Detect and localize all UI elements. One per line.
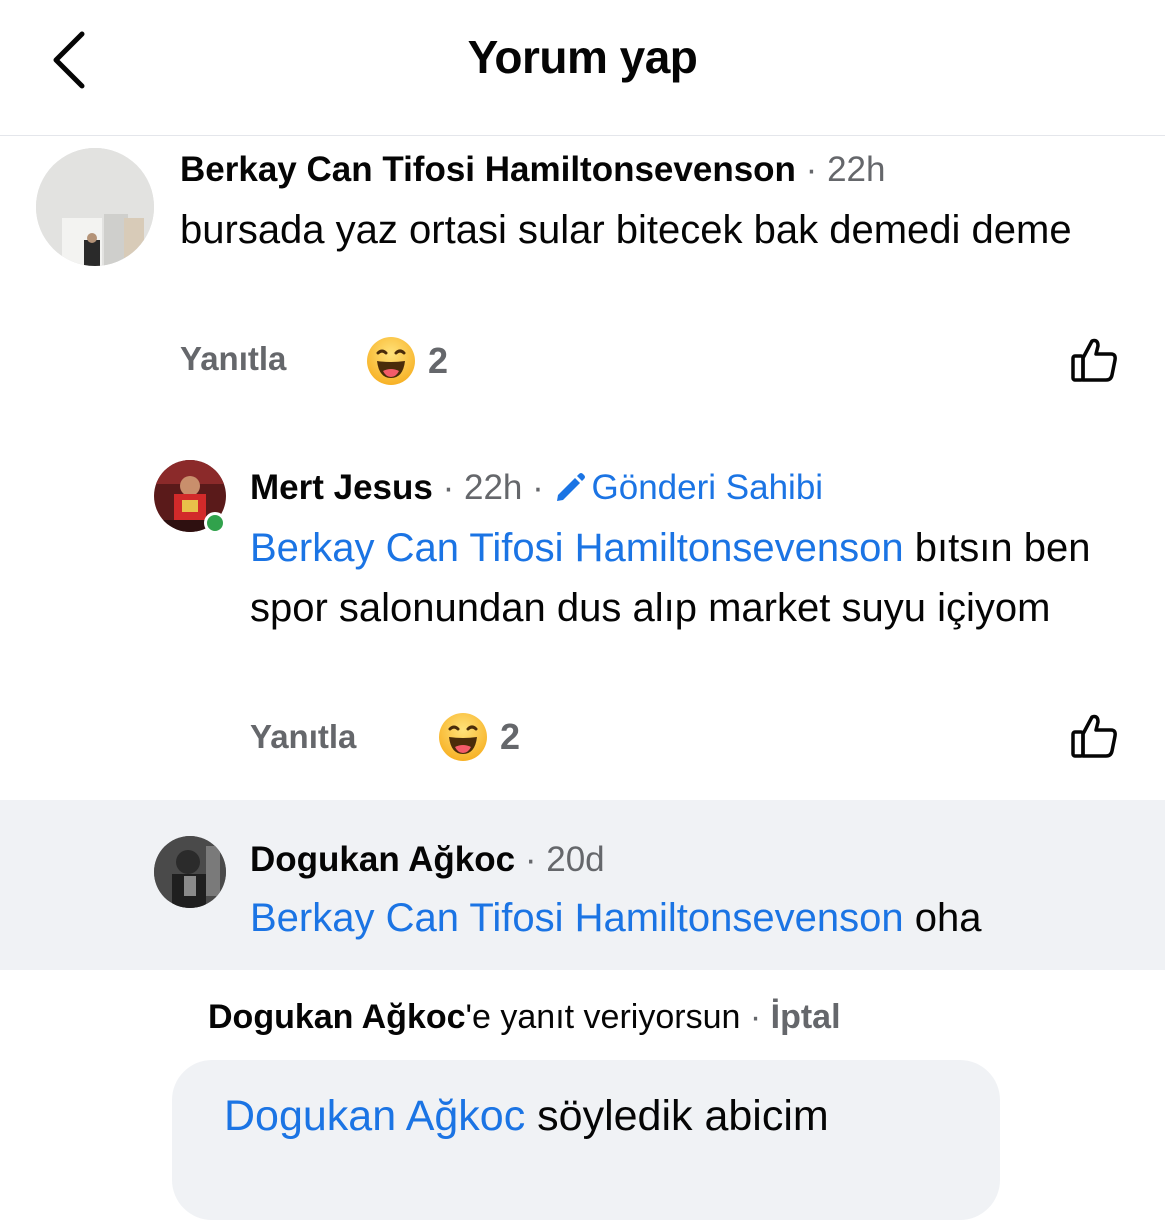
haha-emoji-icon[interactable] [438, 712, 488, 767]
thumbs-up-icon [1071, 714, 1117, 758]
thumbs-up-icon [1071, 338, 1117, 382]
comment-time: 22h [464, 468, 523, 507]
comment-header: Dogukan Ağkoc · 20d [250, 840, 605, 879]
comment-text: Berkay Can Tifosi Hamiltonsevenson bıtsı… [250, 518, 1130, 638]
comment-header: Mert Jesus · 22h · Gönderi Sahibi [250, 468, 824, 507]
author-name[interactable]: Berkay Can Tifosi Hamiltonsevenson [180, 150, 796, 189]
replying-to-text: 'e yanıt veriyorsun [465, 998, 741, 1036]
comment-input-text[interactable]: Dogukan Ağkoc söyledik abicim [224, 1092, 829, 1141]
reply-button[interactable]: Yanıtla [250, 718, 356, 756]
like-button[interactable] [1070, 712, 1118, 763]
comment-text: bursada yaz ortasi sular bitecek bak dem… [180, 208, 1072, 252]
page-title: Yorum yap [467, 31, 698, 83]
avatar[interactable] [154, 836, 226, 908]
online-status-dot [204, 512, 226, 534]
reply-composer: Dogukan Ağkoc'e yanıt veriyorsun · İptal… [0, 970, 1165, 1220]
comment-time: 22h [827, 150, 886, 189]
reaction-count: 2 [428, 340, 449, 381]
author-name[interactable]: Mert Jesus [250, 468, 433, 507]
comment-header: Berkay Can Tifosi Hamiltonsevenson · 22h [180, 150, 886, 189]
draft-text: söyledik abicim [537, 1092, 829, 1140]
reply-button[interactable]: Yanıtla [180, 340, 286, 378]
comment-input[interactable]: Dogukan Ağkoc söyledik abicim [172, 1060, 1000, 1220]
author-name[interactable]: Dogukan Ağkoc [250, 840, 515, 879]
mention-link[interactable]: Dogukan Ağkoc [224, 1092, 525, 1140]
top-bar: Yorum yap [0, 0, 1165, 136]
replying-to-bar: Dogukan Ağkoc'e yanıt veriyorsun · İptal [208, 998, 841, 1036]
avatar[interactable] [36, 148, 154, 266]
cancel-reply-button[interactable]: İptal [771, 998, 841, 1036]
author-badge: Gönderi Sahibi [554, 468, 824, 507]
comment-time: 20d [546, 840, 605, 879]
haha-emoji-icon[interactable] [366, 336, 416, 391]
mention-link[interactable]: Berkay Can Tifosi Hamiltonsevenson [250, 896, 904, 940]
replying-to-name: Dogukan Ağkoc [208, 998, 466, 1036]
pencil-icon [556, 473, 585, 501]
reaction-count: 2 [500, 716, 521, 757]
comment-text: Berkay Can Tifosi Hamiltonsevenson oha [250, 888, 1130, 948]
comment-body: oha [914, 896, 982, 940]
like-button[interactable] [1070, 336, 1118, 387]
mention-link[interactable]: Berkay Can Tifosi Hamiltonsevenson [250, 526, 904, 570]
badge-label: Gönderi Sahibi [591, 468, 824, 507]
